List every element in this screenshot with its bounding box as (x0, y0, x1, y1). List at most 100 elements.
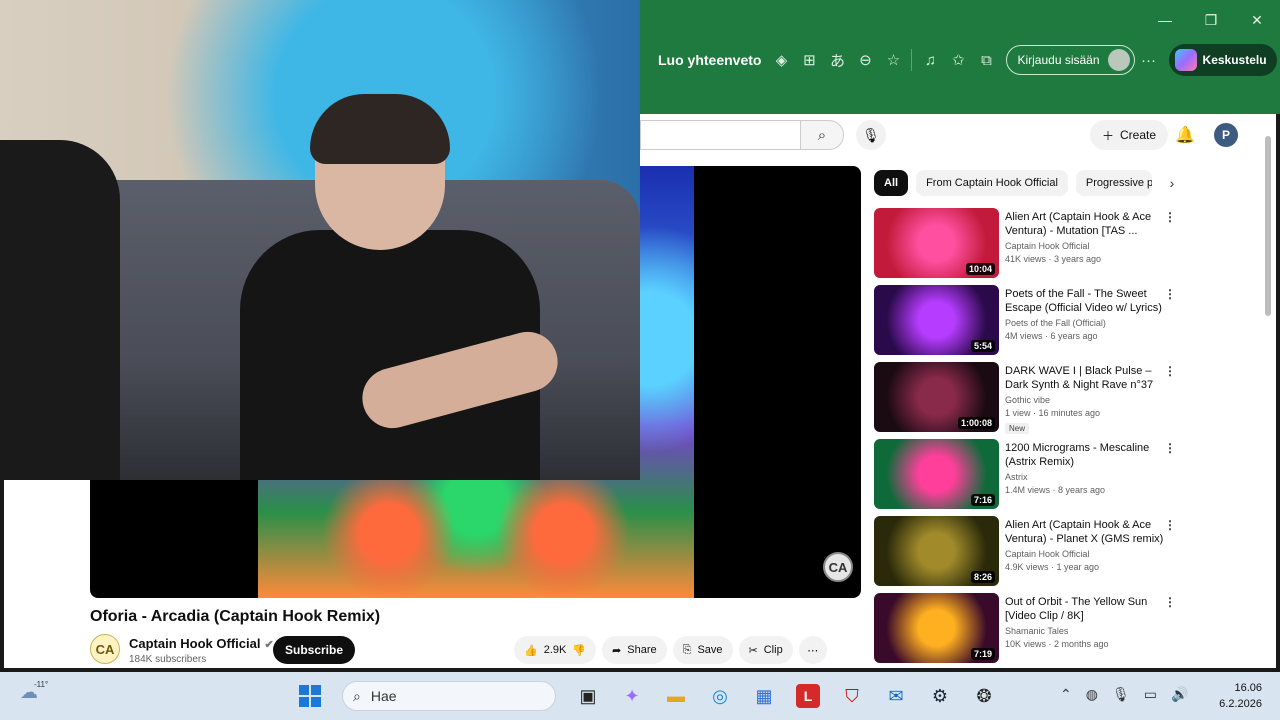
video-duration: 10:04 (965, 263, 995, 275)
recommendation-item[interactable]: 7:16 1200 Micrograms - Mescaline (Astrix … (874, 439, 1176, 517)
toolbar-divider (911, 49, 913, 71)
display-icon[interactable]: ▭ (1144, 686, 1157, 703)
recommendation-channel[interactable]: Gothic vibe (1005, 395, 1050, 405)
subscribe-button[interactable]: Subscribe (273, 636, 356, 664)
collections-icon[interactable]: ⧉ (972, 46, 1000, 74)
recommendation-channel[interactable]: Poets of the Fall (Official) (1005, 318, 1106, 328)
recommendation-meta: 10K views · 2 months ago (1005, 639, 1109, 649)
chip-progressive[interactable]: Progressive p (1075, 170, 1152, 196)
chip-from-channel[interactable]: From Captain Hook Official (916, 170, 1068, 196)
kebab-menu-icon[interactable]: ⋮ (1164, 287, 1176, 301)
task-view-icon[interactable]: ▣ (570, 678, 606, 714)
video-thumbnail[interactable]: 1:00:08 (874, 362, 999, 432)
channel-avatar[interactable]: CA (90, 634, 120, 664)
account-avatar[interactable]: P (1214, 123, 1238, 147)
like-count: 2.9K (543, 644, 567, 656)
scrollbar-thumb[interactable] (1265, 136, 1271, 316)
recommendation-title[interactable]: Alien Art (Captain Hook & Ace Ventura) -… (1005, 518, 1165, 546)
more-options-icon[interactable]: ··· (1135, 46, 1163, 74)
video-actions: 👍 2.9K 👎 ➦ Share ⎘ Save ✂ Clip ⋯ (514, 636, 827, 664)
video-thumbnail[interactable]: 10:04 (874, 208, 999, 278)
recommendation-item[interactable]: 10:04 Alien Art (Captain Hook & Ace Ventu… (874, 208, 1176, 286)
volume-icon[interactable]: 🔊 (1171, 686, 1188, 703)
file-explorer-icon[interactable]: ▬ (658, 678, 694, 714)
copilot-button[interactable]: Keskustelu (1168, 44, 1277, 76)
thumbs-down-icon[interactable]: 👎 (572, 644, 586, 657)
copilot-icon (1174, 49, 1197, 71)
recommendation-item[interactable]: 5:54 Poets of the Fall - The Sweet Escape… (874, 285, 1176, 363)
microphone-icon[interactable]: 🎙 (1112, 686, 1130, 703)
favorite-star-icon[interactable]: ☆ (879, 46, 907, 74)
kebab-menu-icon[interactable]: ⋮ (1164, 210, 1176, 224)
recommendation-title[interactable]: DARK WAVE I | Black Pulse – Dark Synth &… (1005, 364, 1165, 392)
copilot-app-icon[interactable]: ✦ (614, 678, 650, 714)
channel-watermark-icon[interactable]: CA (823, 552, 853, 582)
recommendation-title[interactable]: Out of Orbit - The Yellow Sun [Video Cli… (1005, 595, 1165, 623)
recommendation-title[interactable]: 1200 Micrograms - Mescaline (Astrix Remi… (1005, 441, 1165, 469)
minimize-button[interactable]: — (1142, 0, 1188, 40)
recommendation-channel[interactable]: Captain Hook Official (1005, 241, 1089, 251)
screen: — ❐ ✕ Luo yhteenveto ◈ ⊞ あ ⊖ ☆ ♫ ✩ ⧉ Kir… (0, 0, 1280, 720)
l-app-icon[interactable]: L (796, 684, 820, 708)
page-scrollbar[interactable] (1264, 128, 1272, 658)
create-button[interactable]: ＋ Create (1090, 120, 1169, 150)
recommendation-meta: 1 view · 16 minutes ago (1005, 408, 1101, 418)
search-button[interactable]: ⌕ (800, 120, 844, 150)
restore-button[interactable]: ❐ (1188, 0, 1234, 40)
recommendation-item[interactable]: 7:19 Out of Orbit - The Yellow Sun [Video… (874, 593, 1176, 671)
chevron-up-icon[interactable]: ⌃ (1060, 686, 1072, 703)
recommendation-channel[interactable]: Astrix (1005, 472, 1028, 482)
signin-label: Kirjaudu sisään (1017, 53, 1100, 67)
mcafee-icon[interactable]: ⛉ (834, 678, 870, 714)
video-thumbnail[interactable]: 5:54 (874, 285, 999, 355)
kebab-menu-icon[interactable]: ⋮ (1164, 364, 1176, 378)
create-label: Create (1120, 128, 1157, 142)
translate-icon[interactable]: あ (823, 46, 851, 74)
chevron-right-icon[interactable]: › (1160, 170, 1184, 196)
save-button[interactable]: ⎘ Save (672, 636, 733, 664)
clock[interactable]: 16.06 6.2.2026 (1214, 680, 1262, 712)
share-button[interactable]: ➦ Share (602, 636, 667, 664)
network-icon[interactable]: ◍ (1086, 686, 1098, 703)
recommendation-item[interactable]: 1:00:08 DARK WAVE I | Black Pulse – Dark … (874, 362, 1176, 440)
store-icon[interactable]: ▦ (746, 678, 782, 714)
steam-icon[interactable]: ⚙ (922, 678, 958, 714)
signin-button[interactable]: Kirjaudu sisään (1006, 45, 1135, 75)
weather-widget[interactable]: ☁ -11° (20, 680, 50, 710)
outlook-icon[interactable]: ✉ (878, 678, 914, 714)
video-thumbnail[interactable]: 8:26 (874, 516, 999, 586)
channel-name[interactable]: Captain Hook Official ✔ (129, 636, 274, 651)
subscriber-count: 184K subscribers (129, 654, 207, 665)
close-button[interactable]: ✕ (1234, 0, 1280, 40)
summarize-icon[interactable]: ◈ (767, 46, 795, 74)
more-actions-button[interactable]: ⋯ (798, 636, 827, 664)
kebab-menu-icon[interactable]: ⋮ (1164, 518, 1176, 532)
recommendation-channel[interactable]: Shamanic Tales (1005, 626, 1068, 636)
recommendation-item[interactable]: 8:26 Alien Art (Captain Hook & Ace Ventur… (874, 516, 1176, 594)
start-button[interactable] (292, 678, 328, 714)
chip-all[interactable]: All (874, 170, 909, 196)
favorites-icon[interactable]: ✩ (944, 46, 972, 74)
windows-logo-icon (299, 685, 321, 707)
video-thumbnail[interactable]: 7:19 (874, 593, 999, 663)
chatgpt-icon[interactable]: ❂ (966, 678, 1002, 714)
voice-search-button[interactable]: 🎙 (856, 120, 886, 150)
clip-button[interactable]: ✂ Clip (738, 636, 793, 664)
media-control-icon[interactable]: ♫ (916, 46, 944, 74)
taskbar-search[interactable]: ⌕ Hae (342, 681, 556, 711)
recommendations-list: 10:04 Alien Art (Captain Hook & Ace Ventu… (874, 208, 1176, 671)
video-thumbnail[interactable]: 7:16 (874, 439, 999, 509)
filter-chips: All From Captain Hook Official Progressi… (874, 170, 1184, 196)
recommendation-channel[interactable]: Captain Hook Official (1005, 549, 1089, 559)
recommendation-title[interactable]: Poets of the Fall - The Sweet Escape (Of… (1005, 287, 1165, 315)
like-button[interactable]: 👍 2.9K 👎 (514, 636, 597, 664)
kebab-menu-icon[interactable]: ⋮ (1164, 595, 1176, 609)
edge-browser-icon[interactable]: ◎ (702, 678, 738, 714)
search-input[interactable] (640, 120, 800, 150)
kebab-menu-icon[interactable]: ⋮ (1164, 441, 1176, 455)
recommendation-title[interactable]: Alien Art (Captain Hook & Ace Ventura) -… (1005, 210, 1165, 238)
zoom-icon[interactable]: ⊖ (851, 46, 879, 74)
app-available-icon[interactable]: ⊞ (795, 46, 823, 74)
notifications-button[interactable]: 🔔 (1172, 122, 1198, 148)
webcam-person-left (0, 140, 120, 480)
